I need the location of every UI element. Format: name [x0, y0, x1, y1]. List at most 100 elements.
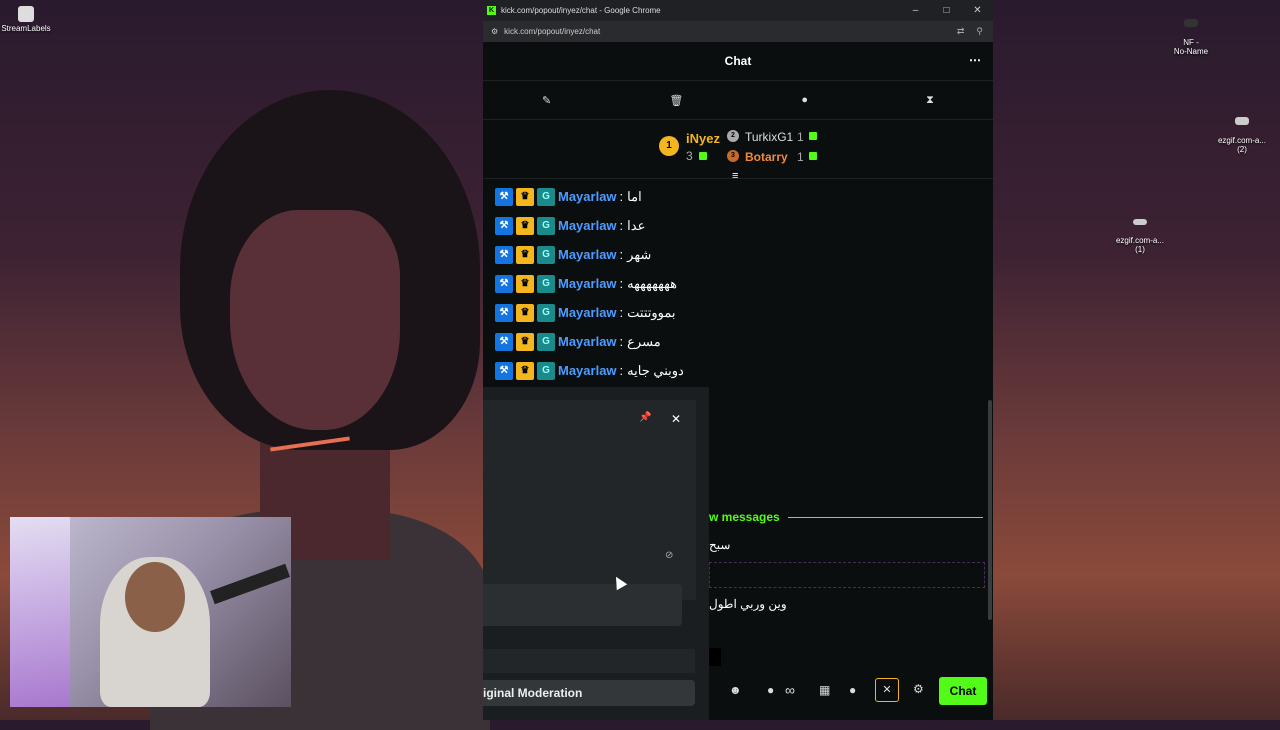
streamlabels-icon	[18, 6, 34, 22]
gift-icon	[699, 152, 707, 160]
chat-separator: :	[619, 305, 624, 320]
pin-panel-icon[interactable]: 📌	[639, 412, 651, 423]
desktop-icon-ezgif-2[interactable]: ezgif.com-a... (2)	[1212, 108, 1272, 154]
mute-icon[interactable]: ⊘	[665, 550, 673, 561]
desktop-icon-ezgif-1[interactable]: ezgif.com-a... (1)	[1110, 210, 1170, 254]
emote-icon[interactable]: ☻	[729, 683, 742, 697]
desktop-icon-streamlabels[interactable]: StreamLabels	[0, 6, 52, 33]
window-title: kick.com/popout/inyez/chat - Google Chro…	[501, 6, 661, 15]
desktop-icon-label: StreamLabels	[1, 24, 51, 33]
chat-separator: :	[619, 363, 624, 378]
chat-username[interactable]: Mayarlaw	[558, 276, 617, 291]
zoom-icon[interactable]: ⚲	[976, 26, 983, 37]
chat-text: هههههههه	[627, 275, 677, 291]
og-badge-icon: G	[537, 303, 555, 322]
hex-light	[10, 517, 70, 707]
chat-message-list: ⚒ ♛ G Mayarlaw : اما ⚒ ♛ G Mayarlaw : عد…	[483, 182, 993, 385]
chat-message[interactable]: ⚒ ♛ G Mayarlaw : بمووتتتت	[483, 298, 993, 327]
maximize-button[interactable]: □	[931, 5, 962, 16]
chat-username[interactable]: Mayarlaw	[558, 247, 617, 262]
file-icon	[1184, 19, 1198, 27]
panel-content: 📌 ✕ ⊘	[483, 400, 696, 600]
address-bar[interactable]: ⚙ kick.com/popout/inyez/chat ⇄ ⚲	[483, 21, 993, 42]
rank-1-name[interactable]: iNyez	[686, 131, 720, 146]
scrollbar[interactable]	[988, 400, 992, 620]
close-panel-icon[interactable]: ✕	[671, 412, 681, 426]
chat-text: عدا	[627, 217, 646, 233]
settings-icon[interactable]: ⚙	[913, 682, 924, 696]
streamer-head	[125, 562, 185, 632]
cursor-block	[709, 648, 721, 666]
chat-username[interactable]: Mayarlaw	[558, 334, 617, 349]
rank-3-medal: 3	[727, 150, 739, 162]
og-badge-icon: G	[537, 274, 555, 293]
chat-separator: :	[619, 276, 624, 291]
chat-menu-icon[interactable]: ⋯	[969, 53, 981, 67]
rank-3-name[interactable]: Botarry	[745, 150, 788, 164]
url-text[interactable]: kick.com/popout/inyez/chat	[504, 27, 600, 36]
highlighted-message	[709, 562, 985, 588]
microphone-arm	[210, 563, 290, 605]
store-icon[interactable]: ▦	[819, 683, 830, 697]
chat-bubble-icon[interactable]: ●	[849, 683, 856, 697]
desktop-icon-nf[interactable]: NF - No-Name	[1166, 10, 1216, 56]
og-badge-icon: G	[537, 216, 555, 235]
chat-message[interactable]: ⚒ ♛ G Mayarlaw : عدا	[483, 211, 993, 240]
original-moderation-button[interactable]: iginal Moderation	[483, 680, 695, 706]
chat-username[interactable]: Mayarlaw	[558, 189, 617, 204]
moderator-badge-icon: ⚒	[495, 303, 513, 322]
rank-2-name[interactable]: TurkixG1	[745, 130, 793, 144]
og-badge-icon: G	[537, 187, 555, 206]
pin-icon[interactable]: ✎	[542, 94, 551, 107]
vip-crown-icon: ♛	[516, 245, 534, 264]
chat-bottom-bar: ☻ ● ∞ ▦ ● ✕ ⚙ Chat	[709, 674, 993, 708]
desktop-icon-label: ezgif.com-a... (1)	[1115, 236, 1164, 254]
panel-input-field[interactable]	[483, 584, 682, 626]
moderation-label: iginal Moderation	[483, 686, 583, 700]
new-messages-line	[787, 516, 983, 518]
og-badge-icon: G	[537, 332, 555, 351]
chat-message[interactable]: ⚒ ♛ G Mayarlaw : مسرع	[483, 327, 993, 356]
chat-text: مسرع	[627, 333, 661, 349]
chat-message[interactable]: ⚒ ♛ G Mayarlaw : دوبني جايه	[483, 356, 993, 385]
chat-message[interactable]: ⚒ ♛ G Mayarlaw : اما	[483, 182, 993, 211]
desktop-icon-label: ezgif.com-a... (2)	[1217, 136, 1266, 154]
moderator-badge-icon: ⚒	[495, 216, 513, 235]
moderator-badge-icon: ⚒	[495, 274, 513, 293]
rank-1-count: 3	[686, 149, 693, 163]
title-bar: K kick.com/popout/inyez/chat - Google Ch…	[483, 0, 993, 21]
hourglass-icon[interactable]: ⧗	[926, 94, 934, 107]
chat-username[interactable]: Mayarlaw	[558, 305, 617, 320]
chat-header: Chat ⋯	[483, 42, 993, 81]
rank-2-medal: 2	[727, 130, 739, 142]
og-badge-icon: G	[537, 361, 555, 380]
webcam-overlay	[10, 517, 291, 707]
chat-text: دوبني جايه	[627, 362, 684, 378]
chat-bubble-icon[interactable]: ●	[801, 94, 808, 106]
rank-2-count: 1	[797, 130, 804, 144]
chat-username[interactable]: Mayarlaw	[558, 218, 617, 233]
chat-separator: :	[619, 334, 624, 349]
send-chat-button[interactable]: Chat	[939, 677, 987, 705]
minimize-button[interactable]: –	[900, 5, 931, 16]
moderator-badge-icon: ⚒	[495, 332, 513, 351]
vip-crown-icon: ♛	[516, 332, 534, 351]
moderator-badge-icon: ⚒	[495, 245, 513, 264]
chat-text: بمووتتتت	[627, 304, 676, 320]
chat-username[interactable]: Mayarlaw	[558, 363, 617, 378]
points-icon[interactable]: ●	[767, 683, 774, 697]
vip-crown-icon: ♛	[516, 274, 534, 293]
collapse-icon[interactable]: ≡	[732, 170, 738, 182]
translate-icon[interactable]: ⇄	[957, 26, 965, 37]
panel-secondary-field[interactable]	[483, 649, 695, 673]
chat-toolbar: ✎ 🗑 ● ⧗	[483, 81, 993, 120]
trash-icon[interactable]: 🗑	[669, 94, 683, 107]
close-button[interactable]: ✕	[962, 5, 993, 16]
chat-message[interactable]: ⚒ ♛ G Mayarlaw : هههههههه	[483, 269, 993, 298]
notifications-off-icon[interactable]: ✕	[875, 678, 899, 702]
site-settings-icon[interactable]: ⚙	[491, 27, 498, 36]
new-messages-label: w messages	[709, 510, 780, 524]
chat-message[interactable]: ⚒ ♛ G Mayarlaw : شهر	[483, 240, 993, 269]
infinity-icon: ∞	[785, 682, 795, 698]
image-icon	[1133, 219, 1147, 225]
